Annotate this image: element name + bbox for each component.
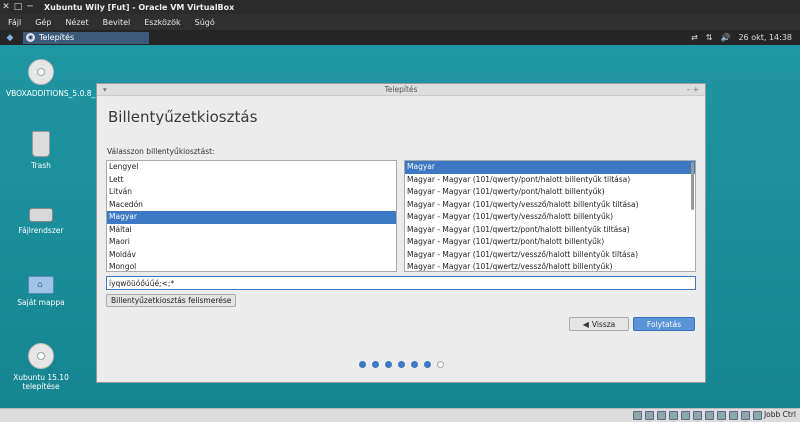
cpu-icon[interactable]: [729, 411, 738, 420]
arrow-left-icon: ◀: [582, 319, 589, 329]
host-key-label: Jobb Ctrl: [763, 410, 796, 419]
list-item[interactable]: Magyar - Magyar (101/qwerty/vessző/halot…: [405, 211, 695, 224]
keyboard-test-input[interactable]: [106, 276, 696, 290]
progress-dot: [372, 361, 379, 368]
home-folder-icon: ⌂: [28, 276, 54, 294]
host-menubar: Fájl Gép Nézet Bevitel Eszközök Súgó: [0, 14, 800, 30]
progress-dot-pending: [437, 361, 444, 368]
desktop-icon-filesystem[interactable]: Fájlrendszer: [6, 200, 76, 235]
disc-icon: [28, 59, 54, 85]
list-item[interactable]: Magyar - Magyar (101/qwerty/pont/halott …: [405, 186, 695, 199]
optical-drive-icon[interactable]: [645, 411, 654, 420]
menu-help[interactable]: Súgó: [195, 18, 215, 27]
back-button-label: Vissza: [591, 319, 616, 329]
progress-dot: [424, 361, 431, 368]
desktop-icon-trash[interactable]: Trash: [6, 131, 76, 170]
volume-icon[interactable]: 🔊: [721, 33, 731, 42]
mouse-integration-icon[interactable]: [741, 411, 750, 420]
page-title: Billentyűzetkiosztás: [108, 108, 258, 126]
list-item[interactable]: Magyar - Magyar (101/qwerty/pont/halott …: [405, 174, 695, 187]
progress-dot: [398, 361, 405, 368]
list-item-selected[interactable]: Magyar: [107, 211, 396, 224]
desktop-icon-vboxadditions[interactable]: VBOXADDITIONS_5.0.8_103...: [6, 59, 117, 98]
progress-dot: [411, 361, 418, 368]
top-panel: ◆ ◉ Telepítés ⇄ ⇅ 🔊 26 okt, 14:38: [0, 30, 800, 45]
list-item[interactable]: Magyar - Magyar (101/qwertz/vessző/halot…: [405, 261, 695, 271]
window-title: Telepítés: [384, 85, 418, 94]
variant-scrollbar[interactable]: [691, 162, 694, 210]
list-item[interactable]: Maori: [107, 236, 396, 249]
progress-dot: [385, 361, 392, 368]
installer-window: ▾ Telepítés – + Billentyűzetkiosztás Vál…: [96, 83, 706, 383]
audio-icon[interactable]: [657, 411, 666, 420]
desktop-icon-install-xubuntu[interactable]: Xubuntu 15.10 telepítése: [6, 343, 76, 391]
recording-icon[interactable]: [717, 411, 726, 420]
list-item[interactable]: Magyar - Magyar (101/qwertz/vessző/halot…: [405, 249, 695, 262]
window-controls[interactable]: – +: [687, 84, 699, 96]
drive-icon: [29, 208, 53, 222]
installer-icon: ◉: [26, 33, 35, 42]
trash-icon: [32, 131, 50, 157]
close-icon[interactable]: ✕: [0, 2, 12, 12]
taskbar-item-label: Telepítés: [39, 33, 75, 42]
list-item[interactable]: Litván: [107, 186, 396, 199]
host-titlebar: ✕ □ ─ Xubuntu Wily [Fut] - Oracle VM Vir…: [0, 0, 800, 14]
network-icon[interactable]: ⇄: [691, 33, 698, 42]
whisker-menu-icon[interactable]: ◆: [3, 31, 17, 45]
network-adapter-icon[interactable]: [669, 411, 678, 420]
taskbar-item-installer[interactable]: ◉ Telepítés: [23, 31, 149, 44]
continue-button[interactable]: Folytatás: [633, 317, 695, 331]
menu-input[interactable]: Bevitel: [103, 18, 131, 27]
list-item[interactable]: Magyar - Magyar (101/qwertz/pont/halott …: [405, 224, 695, 237]
maximize-icon[interactable]: □: [12, 2, 24, 12]
display-icon[interactable]: [705, 411, 714, 420]
list-item[interactable]: Moldáv: [107, 249, 396, 262]
list-item[interactable]: Lett: [107, 174, 396, 187]
list-item[interactable]: Magyar - Magyar (101/qwertz/pont/halott …: [405, 236, 695, 249]
layout-list[interactable]: Lengyel Lett Litván Macedón Magyar Málta…: [106, 160, 397, 272]
menu-file[interactable]: Fájl: [8, 18, 21, 27]
step-progress: [359, 361, 450, 368]
detect-layout-button[interactable]: Billentyűzetkiosztás felismerése: [106, 294, 237, 307]
list-item[interactable]: Magyar - Magyar (101/qwerty/vessző/halot…: [405, 199, 695, 212]
menu-view[interactable]: Nézet: [65, 18, 88, 27]
list-item[interactable]: Macedón: [107, 199, 396, 212]
arrow-down-icon[interactable]: [753, 411, 762, 420]
window-titlebar[interactable]: ▾ Telepítés – +: [97, 84, 705, 96]
minimize-icon[interactable]: ─: [24, 2, 36, 12]
list-item[interactable]: Mongol: [107, 261, 396, 271]
list-item-selected[interactable]: Magyar: [405, 161, 695, 174]
list-item[interactable]: Lengyel: [107, 161, 396, 174]
window-menu-icon[interactable]: ▾: [103, 84, 107, 96]
list-item[interactable]: Máltai: [107, 224, 396, 237]
system-tray: ⇄ ⇅ 🔊 26 okt, 14:38: [683, 30, 792, 45]
shared-folder-icon[interactable]: [693, 411, 702, 420]
desktop-icon-home[interactable]: ⌂ Saját mappa: [6, 270, 76, 307]
usb-icon[interactable]: [681, 411, 690, 420]
menu-machine[interactable]: Gép: [35, 18, 51, 27]
progress-dot: [359, 361, 366, 368]
layout-prompt: Válasszon billentyűkiosztást:: [107, 147, 215, 156]
installer-disc-icon: [28, 343, 54, 369]
host-title: Xubuntu Wily [Fut] - Oracle VM VirtualBo…: [44, 2, 235, 12]
hdd-icon[interactable]: [633, 411, 642, 420]
variant-list[interactable]: Magyar Magyar - Magyar (101/qwerty/pont/…: [404, 160, 696, 272]
back-button[interactable]: ◀ Vissza: [569, 317, 629, 331]
keyboard-icon[interactable]: ⇅: [706, 33, 713, 42]
clock[interactable]: 26 okt, 14:38: [738, 33, 792, 42]
menu-devices[interactable]: Eszközök: [144, 18, 180, 27]
status-icons: [630, 411, 762, 420]
host-statusbar: Jobb Ctrl: [0, 408, 800, 422]
